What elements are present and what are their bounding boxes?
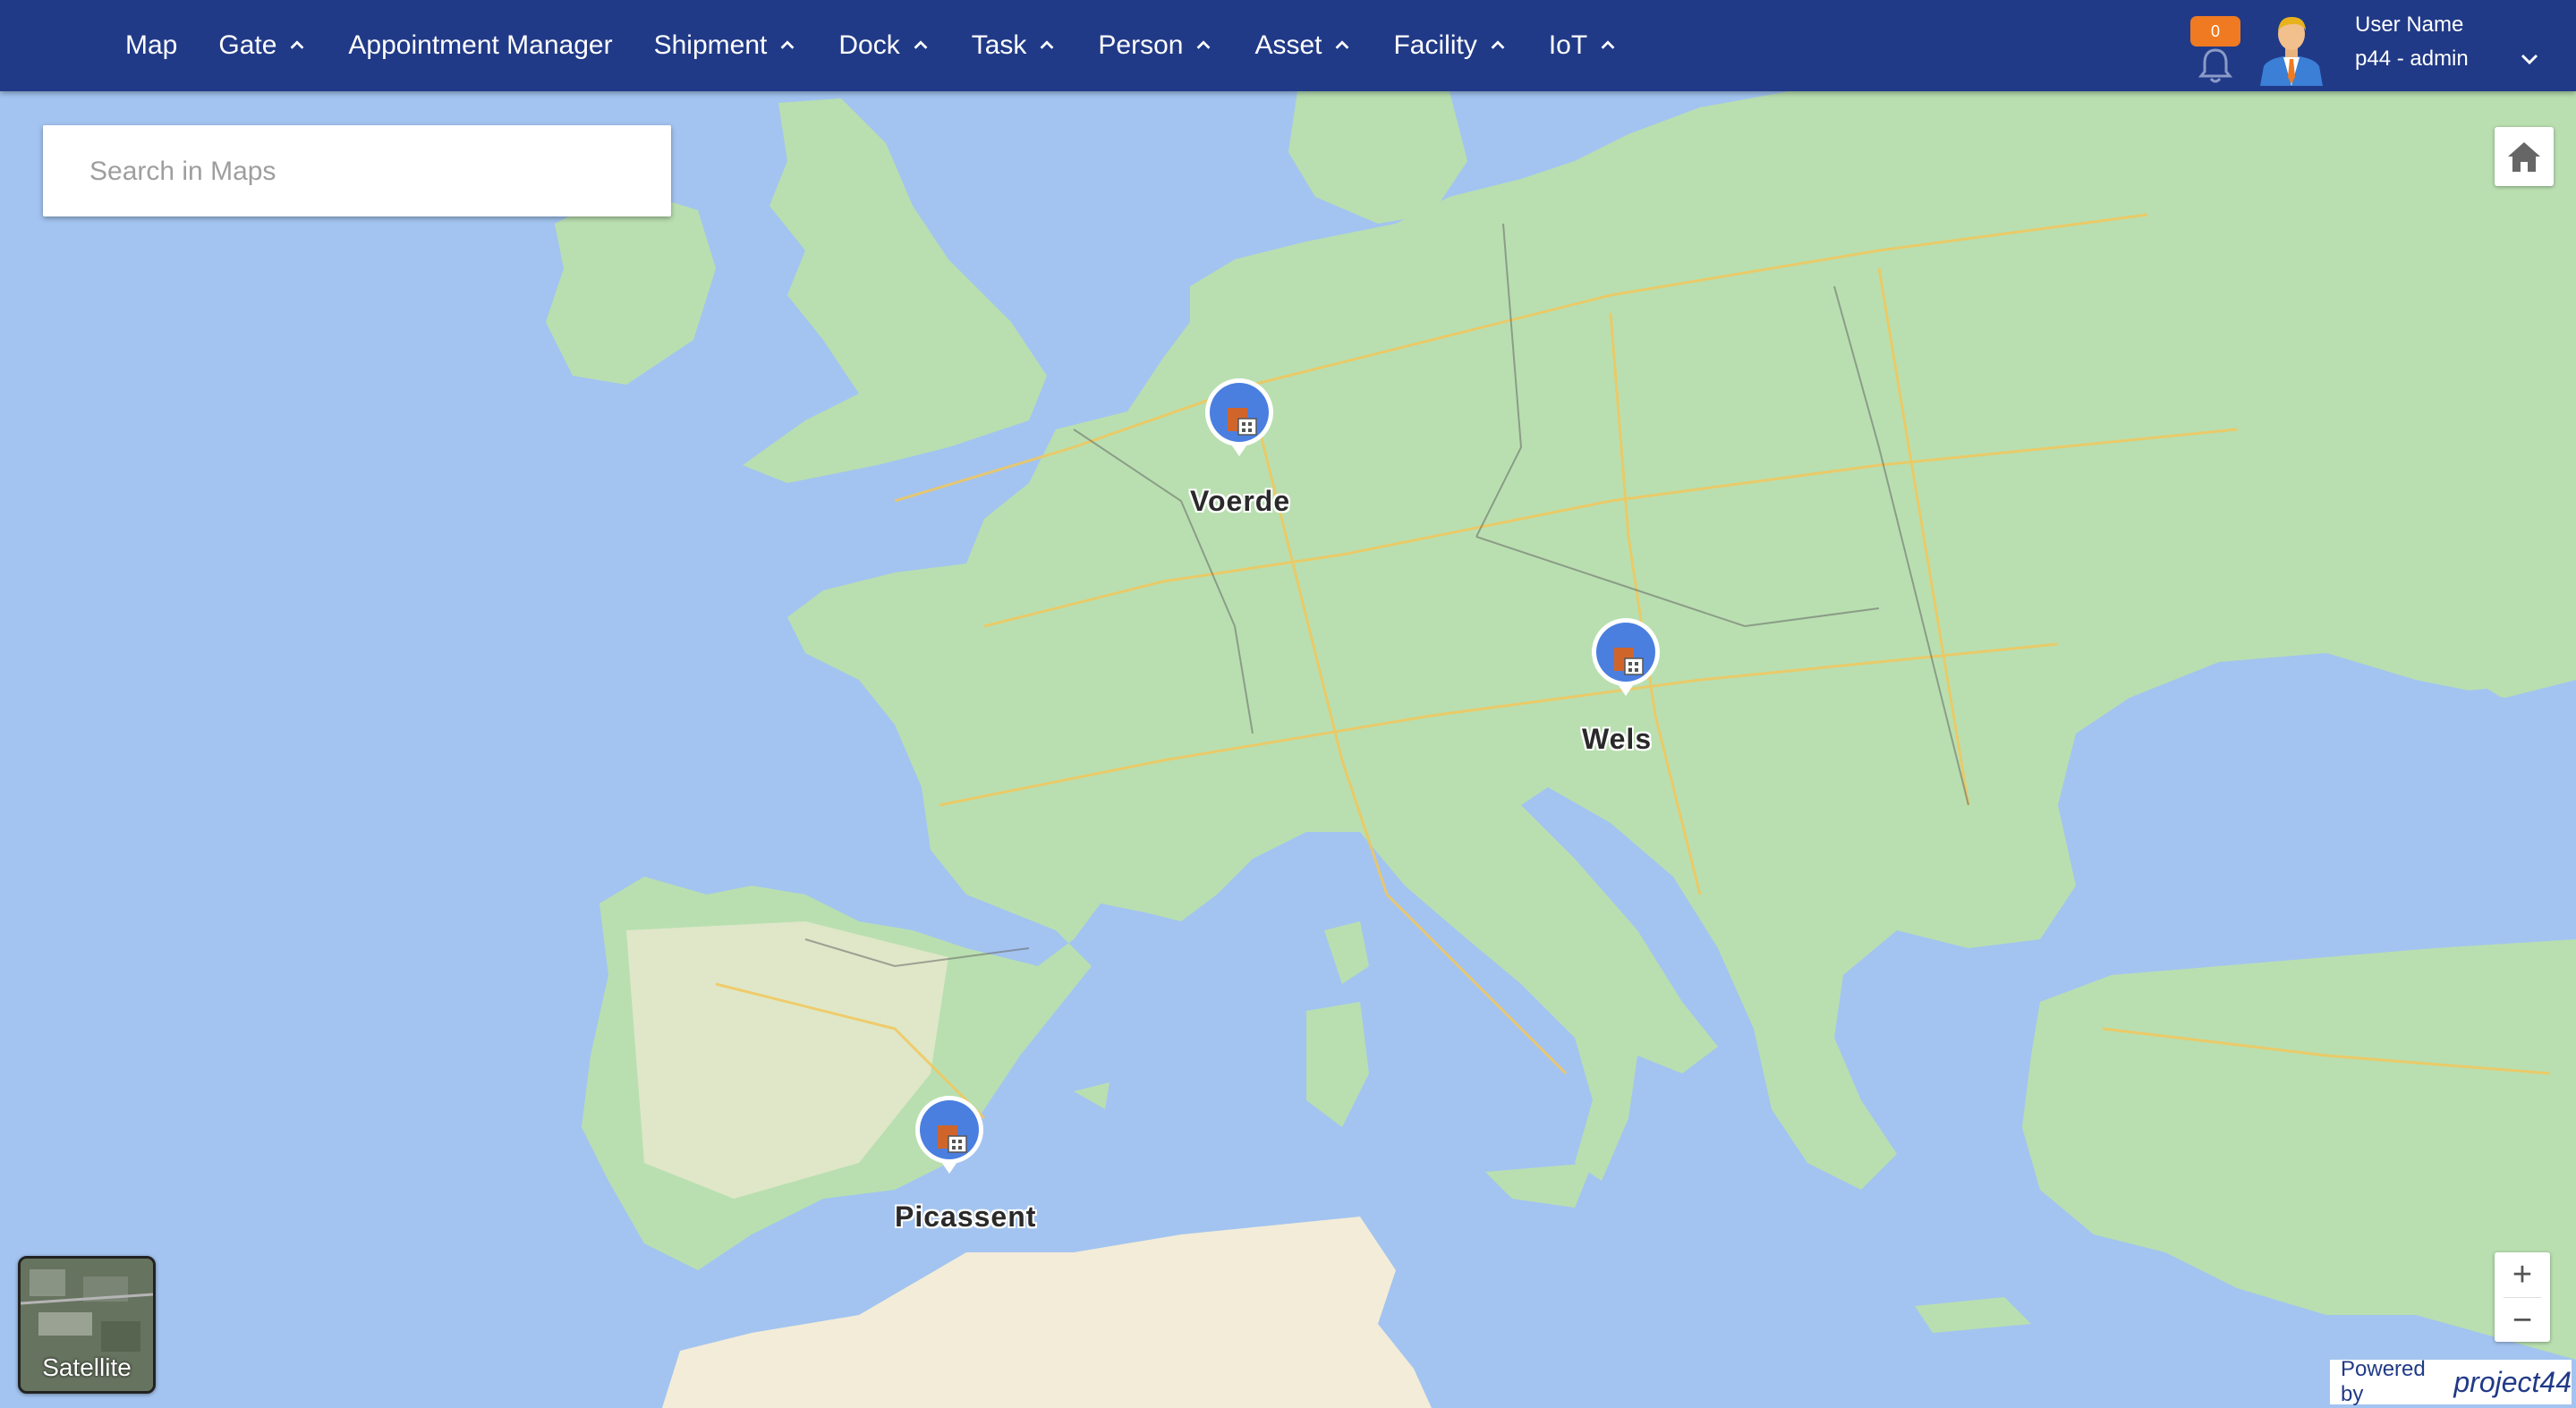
chevron-up-icon xyxy=(914,40,928,49)
marker-label-wels: Wels xyxy=(1582,723,1653,755)
home-icon xyxy=(2508,142,2540,172)
nav-item-person[interactable]: Person xyxy=(1098,30,1213,61)
nav-item-asset[interactable]: Asset xyxy=(1254,30,1352,61)
chevron-up-icon xyxy=(780,40,795,49)
notification-count-badge: 0 xyxy=(2190,16,2240,47)
facility-marker-picassent[interactable] xyxy=(913,1093,986,1175)
nav-item-label: Task xyxy=(971,30,1027,60)
nav-item-label: Map xyxy=(125,30,178,60)
main-nav: Map Gate Appointment Manager Shipment Do… xyxy=(125,0,1659,91)
nav-item-label: Dock xyxy=(838,30,900,60)
nav-item-appointment-manager[interactable]: Appointment Manager xyxy=(348,30,612,61)
notifications-button[interactable]: 0 xyxy=(2189,13,2242,84)
chevron-down-icon[interactable] xyxy=(2518,50,2541,68)
nav-item-map[interactable]: Map xyxy=(125,30,177,61)
map-search-box xyxy=(43,125,671,216)
project44-logo: project44 xyxy=(2453,1365,2572,1398)
satellite-label: Satellite xyxy=(42,1353,132,1381)
chevron-up-icon xyxy=(1336,40,1349,49)
map-canvas[interactable]: Voerde Wels Picassent xyxy=(0,91,2576,1408)
nav-item-gate[interactable]: Gate xyxy=(218,30,307,61)
nav-item-label: Shipment xyxy=(653,30,768,60)
nav-item-iot[interactable]: IoT xyxy=(1549,30,1618,61)
satellite-toggle[interactable]: Satellite xyxy=(18,1256,156,1394)
facility-marker-wels[interactable] xyxy=(1589,615,1662,698)
home-button[interactable] xyxy=(2495,127,2554,186)
zoom-in-button[interactable]: + xyxy=(2495,1252,2550,1297)
chevron-up-icon xyxy=(1491,40,1505,49)
map-search-input[interactable] xyxy=(88,144,628,199)
zoom-control: + − xyxy=(2495,1252,2550,1342)
nav-item-label: Person xyxy=(1098,30,1184,60)
user-role: p44 - admin xyxy=(2355,47,2469,71)
nav-item-label: Facility xyxy=(1393,30,1477,60)
nav-item-label: Gate xyxy=(218,30,277,60)
bell-icon xyxy=(2198,48,2233,83)
nav-item-task[interactable]: Task xyxy=(972,30,1058,61)
nav-item-dock[interactable]: Dock xyxy=(838,30,930,61)
top-navigation-bar: Map Gate Appointment Manager Shipment Do… xyxy=(0,0,2576,91)
marker-label-voerde: Voerde xyxy=(1190,485,1291,517)
nav-item-shipment[interactable]: Shipment xyxy=(654,30,798,61)
nav-item-facility[interactable]: Facility xyxy=(1393,30,1507,61)
nav-item-label: IoT xyxy=(1548,30,1588,60)
user-info[interactable]: User Name p44 - admin xyxy=(2355,13,2469,72)
zoom-out-button[interactable]: − xyxy=(2495,1298,2550,1343)
chevron-up-icon xyxy=(1601,40,1615,49)
powered-by-footer: Powered by project44 xyxy=(2330,1357,2572,1406)
chevron-up-icon xyxy=(291,40,304,49)
chevron-up-icon xyxy=(1041,40,1054,49)
powered-by-text: Powered by xyxy=(2341,1357,2426,1406)
facility-marker-voerde[interactable] xyxy=(1203,376,1276,458)
avatar-icon[interactable] xyxy=(2257,13,2326,86)
nav-item-label: Asset xyxy=(1254,30,1322,60)
marker-label-picassent: Picassent xyxy=(895,1200,1037,1233)
map-background xyxy=(0,91,2576,1408)
user-name: User Name xyxy=(2355,13,2464,37)
nav-item-label: Appointment Manager xyxy=(348,30,613,60)
chevron-up-icon xyxy=(1197,40,1211,49)
